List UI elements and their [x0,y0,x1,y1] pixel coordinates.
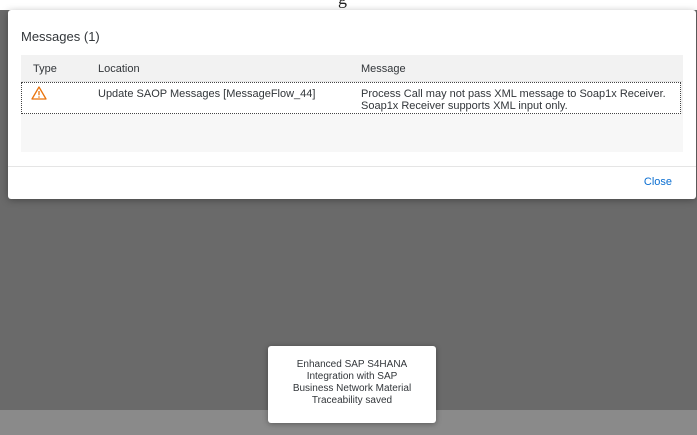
messages-dialog: Messages (1) Type Location Message Updat… [8,10,696,199]
page-title-fragment: g [338,0,347,9]
row-location: Update SAOP Messages [MessageFlow_44] [98,88,316,100]
toast-line: Enhanced SAP S4HANA [296,359,408,370]
column-header-message: Message [361,63,406,75]
table-header: Type Location Message [21,55,683,82]
table-row[interactable]: Update SAOP Messages [MessageFlow_44] Pr… [21,82,681,114]
toast-notification: Enhanced SAP S4HANA Integration with SAP… [268,346,436,423]
toast-line: Traceability saved [311,395,393,406]
warning-icon [31,86,47,100]
table-empty-area [21,114,683,152]
toast-line: Business Network Material [292,383,412,394]
toast-line: Integration with SAP [306,371,398,382]
row-message-line-2: Soap1x Receiver supports XML input only. [361,100,568,112]
messages-table: Type Location Message Update SAOP Messag… [21,55,683,152]
dialog-title: Messages (1) [21,29,100,44]
dialog-footer: Close [8,166,696,199]
close-button[interactable]: Close [644,176,672,188]
column-header-type: Type [33,63,57,75]
row-message-line-1: Process Call may not pass XML message to… [361,88,666,100]
column-header-location: Location [98,63,140,75]
backdrop-top-strip [0,0,697,10]
